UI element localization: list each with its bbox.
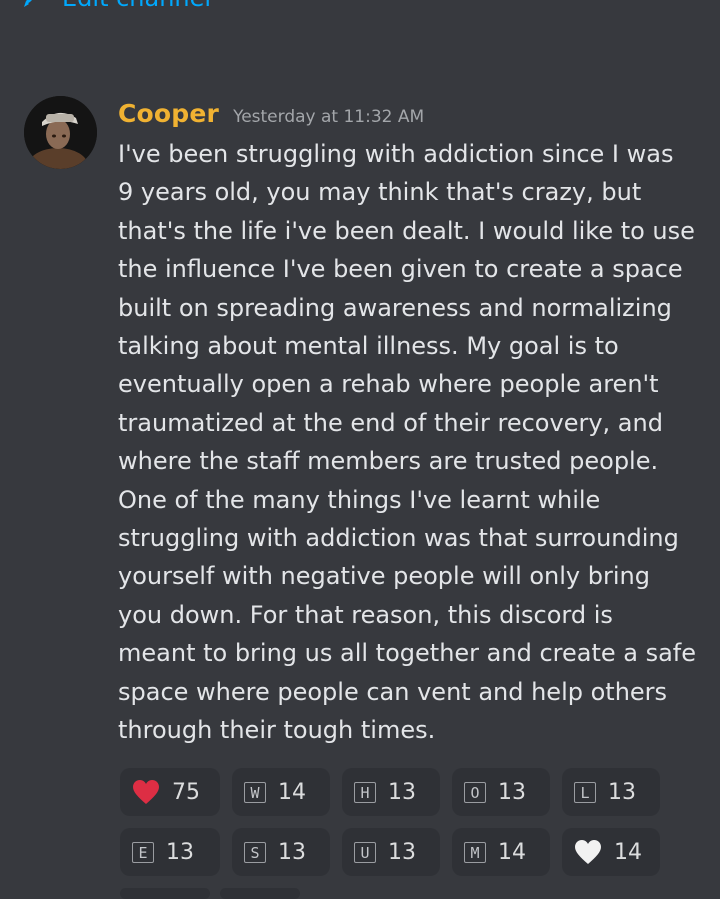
reaction-count: 13 xyxy=(278,839,306,865)
letter-h-icon: H xyxy=(354,781,376,803)
message-header: Cooper Yesterday at 11:32 AM xyxy=(118,99,424,128)
edit-channel-label: Edit channel xyxy=(62,0,211,10)
message-text: I've been struggling with addiction sinc… xyxy=(118,140,697,745)
reaction-letter-s[interactable]: S 13 xyxy=(232,828,330,876)
letter-l-icon: L xyxy=(574,781,596,803)
reaction-count: 75 xyxy=(172,779,200,805)
reaction-count: 13 xyxy=(166,839,194,865)
letter-w-icon: W xyxy=(244,781,266,803)
red-heart-icon xyxy=(133,780,159,804)
reaction-letter-e[interactable]: E 13 xyxy=(120,828,220,876)
reaction-partial[interactable] xyxy=(220,888,300,899)
avatar-image xyxy=(24,96,97,169)
letter-u-icon: U xyxy=(354,841,376,863)
white-heart-icon xyxy=(575,840,601,864)
reaction-count: 13 xyxy=(388,779,416,805)
reaction-count: 13 xyxy=(608,779,636,805)
reaction-red-heart[interactable]: 75 xyxy=(120,768,220,816)
pencil-icon xyxy=(24,0,32,7)
timestamp: Yesterday at 11:32 AM xyxy=(233,107,425,127)
reaction-letter-l[interactable]: L 13 xyxy=(562,768,660,816)
avatar[interactable] xyxy=(24,96,97,169)
reaction-count: 13 xyxy=(498,779,526,805)
reaction-count: 14 xyxy=(278,779,306,805)
reaction-count: 14 xyxy=(614,839,642,865)
username[interactable]: Cooper xyxy=(118,99,219,128)
letter-e-icon: E xyxy=(132,841,154,863)
reaction-count: 13 xyxy=(388,839,416,865)
reaction-letter-w[interactable]: W 14 xyxy=(232,768,330,816)
reaction-letter-u[interactable]: U 13 xyxy=(342,828,440,876)
letter-s-icon: S xyxy=(244,841,266,863)
reaction-letter-m[interactable]: M 14 xyxy=(452,828,550,876)
letter-o-icon: O xyxy=(464,781,486,803)
letter-m-icon: M xyxy=(464,841,486,863)
reaction-white-heart[interactable]: 14 xyxy=(562,828,660,876)
reaction-letter-o[interactable]: O 13 xyxy=(452,768,550,816)
edit-channel-link[interactable]: Edit channel xyxy=(22,0,211,10)
reaction-partial[interactable] xyxy=(120,888,210,899)
reaction-count: 14 xyxy=(498,839,526,865)
reaction-letter-h[interactable]: H 13 xyxy=(342,768,440,816)
